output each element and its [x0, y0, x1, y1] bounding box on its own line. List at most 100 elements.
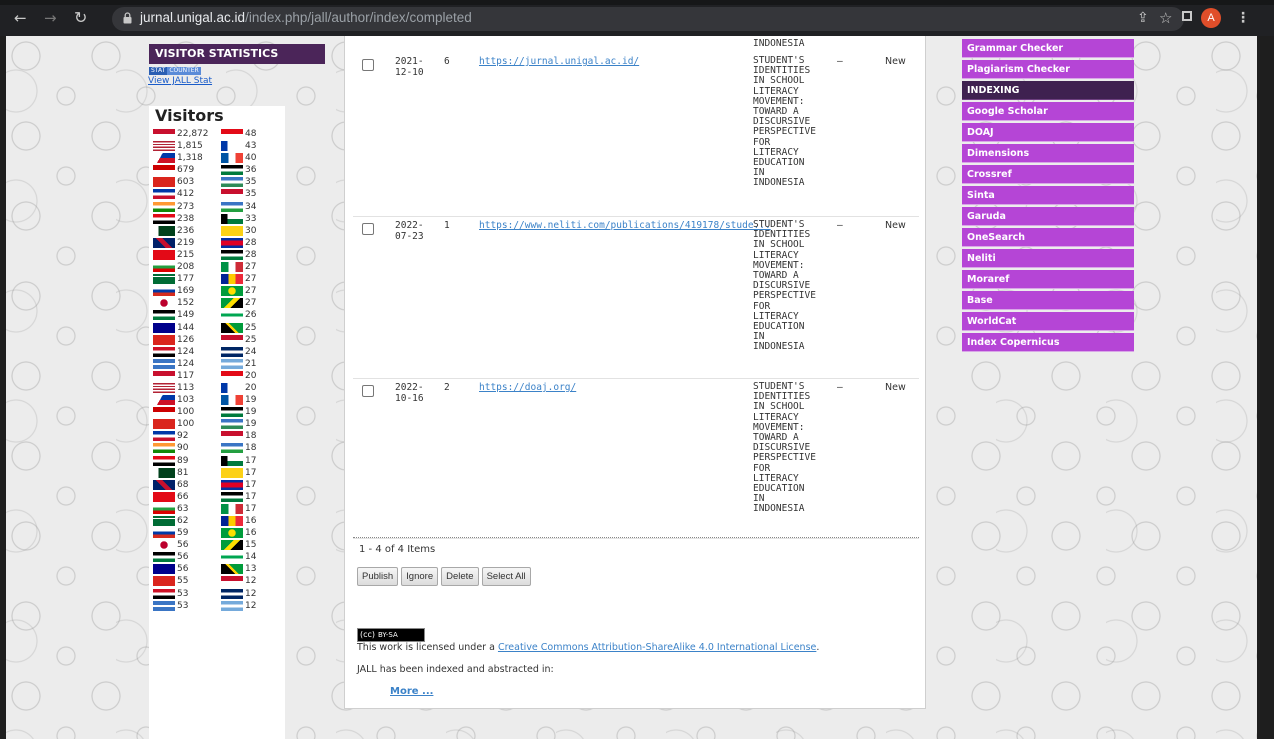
visitor-count: 36	[245, 165, 257, 176]
country-flag-icon	[221, 334, 243, 345]
publish-button[interactable]: Publish	[357, 567, 399, 586]
view-jall-stat-link[interactable]: View JALL Stat	[148, 76, 212, 86]
country-flag-icon	[221, 419, 243, 430]
row-date: 2022- 10-16	[395, 382, 424, 404]
visitor-count: 34	[245, 201, 257, 212]
country-flag-icon	[221, 528, 243, 539]
share-icon[interactable]: ⇪	[1137, 9, 1149, 27]
visitors-widget[interactable]: Visitors 22,872 1,815 1,318 679 603 412 273 238…	[149, 106, 285, 739]
country-flag-icon	[153, 467, 175, 478]
profile-avatar[interactable]: A	[1201, 8, 1221, 28]
visitor-count: 28	[245, 249, 257, 260]
row-dash: —	[837, 56, 843, 67]
visitor-count: 124	[177, 358, 195, 369]
visitor-count: 100	[177, 407, 195, 418]
country-flag-icon	[221, 225, 243, 236]
reload-icon[interactable]: ↻	[74, 9, 87, 27]
visitor-count: 89	[177, 455, 189, 466]
country-flag-icon	[221, 201, 243, 212]
country-flag-icon	[153, 286, 175, 297]
visitor-count: 126	[177, 334, 195, 345]
visitor-count: 66	[177, 491, 189, 502]
indexed-text: JALL has been indexed and abstracted in:	[357, 664, 554, 675]
address-bar[interactable]: jurnal.unigal.ac.id/index.php/jall/autho…	[112, 7, 1184, 31]
visitor-count: 16	[245, 528, 257, 539]
visitor-count: 13	[245, 564, 257, 575]
country-flag-icon	[153, 225, 175, 236]
row-url-link[interactable]: https://doaj.org/	[479, 382, 576, 393]
plagiarism-checker-link[interactable]: Plagiarism Checker	[962, 60, 1134, 79]
cc-license-badge[interactable]: (cc) BY-SA	[357, 628, 425, 642]
indexing-link-index-copernicus[interactable]: Index Copernicus	[962, 333, 1134, 352]
main-content: INDONESIA 2021- 12-10 6 https://jurnal.uni…	[344, 36, 926, 709]
row-checkbox[interactable]	[362, 223, 374, 235]
table-row: 2022- 07-23 1 https://www.neliti.com/publi…	[353, 216, 919, 379]
country-flag-icon	[221, 491, 243, 502]
country-flag-icon	[221, 177, 243, 188]
country-flag-icon	[221, 370, 243, 381]
visitor-count: 17	[245, 491, 257, 502]
visitor-count: 16	[245, 516, 257, 526]
country-flag-icon	[153, 479, 175, 490]
grammar-checker-link[interactable]: Grammar Checker	[962, 39, 1134, 58]
items-count: 1 - 4 of 4 Items	[359, 544, 436, 555]
indexing-link-garuda[interactable]: Garuda	[962, 207, 1134, 226]
country-flag-icon	[221, 600, 243, 611]
select-all-button[interactable]: Select All	[481, 567, 531, 586]
side-panel-icon[interactable]	[1182, 11, 1192, 21]
visitor-count: 33	[245, 213, 257, 224]
indexing-link-worldcat[interactable]: WorldCat	[962, 312, 1134, 331]
indexing-header: INDEXING	[962, 81, 1134, 100]
indexing-link-base[interactable]: Base	[962, 291, 1134, 310]
country-flag-icon	[153, 564, 175, 575]
country-flag-icon	[221, 395, 243, 406]
country-flag-icon	[153, 455, 175, 466]
indexing-link-neliti[interactable]: Neliti	[962, 249, 1134, 268]
indexing-link-sinta[interactable]: Sinta	[962, 186, 1134, 205]
visitor-count: 238	[177, 213, 195, 224]
visitor-count: 92	[177, 431, 189, 442]
country-flag-icon	[221, 443, 243, 454]
visitor-count: 20	[245, 382, 257, 393]
country-flag-icon	[153, 165, 175, 176]
visitor-count: 17	[245, 455, 257, 466]
row-article-title: STUDENT'S IDENTITIES IN SCHOOL LITERACY …	[753, 381, 816, 515]
visitor-count: 12	[245, 576, 257, 587]
country-flag-icon	[221, 552, 243, 563]
visitor-count: 152	[177, 298, 195, 309]
country-flag-icon	[153, 334, 175, 345]
row-checkbox[interactable]	[362, 59, 374, 71]
visitor-count: 25	[245, 334, 257, 345]
forward-icon[interactable]: →	[44, 9, 57, 27]
page-background: VISITOR STATISTICS STAT COUNTER View JALL…	[6, 36, 1257, 739]
visitor-count: 19	[245, 395, 257, 406]
indexing-link-google-scholar[interactable]: Google Scholar	[962, 102, 1134, 121]
visitor-count: 22,872	[177, 129, 209, 139]
more-link[interactable]: More ...	[390, 686, 433, 697]
row-checkbox[interactable]	[362, 385, 374, 397]
bookmark-star-icon[interactable]: ☆	[1159, 9, 1172, 27]
ignore-button[interactable]: Ignore	[401, 567, 439, 586]
visitors-title: Visitors	[155, 106, 224, 125]
indexing-link-crossref[interactable]: Crossref	[962, 165, 1134, 184]
visitor-count: 35	[245, 189, 257, 200]
indexing-link-dimensions[interactable]: Dimensions	[962, 144, 1134, 163]
country-flag-icon	[221, 153, 243, 164]
table-row: 2022- 10-16 2 https://doaj.org/STUDENT'S I…	[353, 378, 919, 539]
row-url-link[interactable]: https://www.neliti.com/publications/4191…	[479, 220, 771, 231]
visitor-count: 56	[177, 552, 189, 563]
menu-kebab-icon[interactable]: ⋮	[1236, 9, 1250, 27]
indexing-link-onesearch[interactable]: OneSearch	[962, 228, 1134, 247]
row-status: New	[885, 220, 906, 231]
visitor-count: 169	[177, 286, 195, 297]
indexing-link-doaj[interactable]: DOAJ	[962, 123, 1134, 142]
back-icon[interactable]: ←	[14, 9, 27, 27]
indexing-link-moraref[interactable]: Moraref	[962, 270, 1134, 289]
row-url-link[interactable]: https://jurnal.unigal.ac.id/	[479, 56, 639, 67]
visitor-count: 26	[245, 310, 257, 321]
visitor-count: 25	[245, 322, 257, 333]
cc-license-link[interactable]: Creative Commons Attribution-ShareAlike …	[498, 642, 816, 653]
visitor-count: 208	[177, 262, 195, 273]
statcounter-badge[interactable]: STAT COUNTER	[149, 67, 201, 75]
delete-button[interactable]: Delete	[441, 567, 479, 586]
